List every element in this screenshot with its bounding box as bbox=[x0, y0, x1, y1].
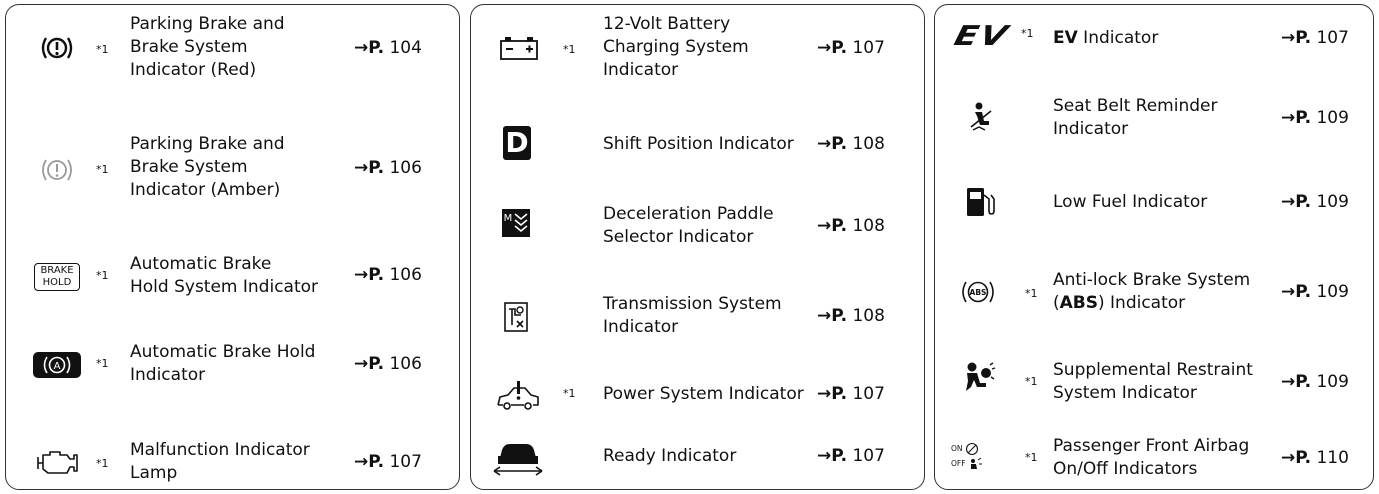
footnote-mark: *1 bbox=[96, 163, 109, 176]
deceleration-paddle-icon: M bbox=[499, 207, 533, 239]
indicator-row: *1 Malfunction Indicator Lamp →P. 107 bbox=[6, 409, 459, 491]
page-reference[interactable]: →P. 109 bbox=[1281, 191, 1349, 214]
indicator-row: ABS *1 Anti-lock Brake System (ABS) Indi… bbox=[935, 241, 1373, 341]
page-reference[interactable]: →P. 108 bbox=[817, 215, 885, 238]
page-reference[interactable]: →P. 107 bbox=[354, 451, 422, 474]
indicator-row: *1 12-Volt Battery Charging System Indic… bbox=[471, 5, 924, 105]
brake-hold-icon: BRAKE HOLD bbox=[30, 261, 84, 293]
parking-brake-red-icon bbox=[36, 31, 78, 65]
indicator-row: *1 Power System Indicator →P. 107 bbox=[471, 357, 924, 427]
indicator-label: Supplemental Restraint System Indicator bbox=[1053, 360, 1253, 403]
page-reference[interactable]: →P. 106 bbox=[354, 353, 422, 376]
indicator-label: Parking Brake and Brake System Indicator… bbox=[130, 14, 285, 80]
battery-icon bbox=[497, 33, 541, 63]
indicator-row: Ready Indicator →P. 107 bbox=[471, 427, 924, 491]
footnote-mark: *1 bbox=[96, 457, 109, 470]
indicator-row: M Deceleration Paddle Selector Indicator… bbox=[471, 181, 924, 271]
seat-belt-icon bbox=[965, 99, 997, 133]
ready-icon bbox=[491, 437, 545, 477]
indicator-label: Deceleration Paddle Selector Indicator bbox=[603, 204, 774, 247]
low-fuel-icon bbox=[961, 183, 999, 221]
indicator-row: Low Fuel Indicator →P. 109 bbox=[935, 161, 1373, 241]
auto-brake-hold-icon: A bbox=[30, 349, 84, 381]
footnote-mark: *1 bbox=[1025, 375, 1038, 388]
passenger-airbag-icon: ON OFF bbox=[951, 439, 1007, 473]
indicator-label: Passenger Front Airbag On/Off Indicators bbox=[1053, 436, 1250, 479]
abs-icon: ABS bbox=[957, 277, 999, 307]
indicator-row: EV *1 EV Indicator →P. 107 bbox=[935, 5, 1373, 69]
footnote-mark: *1 bbox=[96, 269, 109, 282]
footnote-mark: *1 bbox=[1021, 27, 1034, 40]
page-reference[interactable]: →P. 104 bbox=[354, 37, 422, 60]
footnote-mark: *1 bbox=[563, 387, 576, 400]
engine-malfunction-icon bbox=[32, 445, 82, 479]
indicator-row: *1 Parking Brake and Brake System Indica… bbox=[6, 105, 459, 233]
power-system-icon bbox=[493, 377, 543, 415]
indicator-label: Low Fuel Indicator bbox=[1053, 192, 1208, 212]
page-reference[interactable]: →P. 109 bbox=[1281, 371, 1349, 394]
footnote-mark: *1 bbox=[96, 357, 109, 370]
indicator-row: Seat Belt Reminder Indicator →P. 109 bbox=[935, 69, 1373, 161]
indicator-label: Shift Position Indicator bbox=[603, 134, 794, 154]
page-reference[interactable]: →P. 106 bbox=[354, 264, 422, 287]
ev-icon: EV bbox=[951, 20, 1013, 52]
footnote-mark: *1 bbox=[563, 43, 576, 56]
page-reference[interactable]: →P. 109 bbox=[1281, 107, 1349, 130]
indicator-row: ON OFF *1 Passenger Front Airbag On/Off … bbox=[935, 417, 1373, 491]
page-reference[interactable]: →P. 107 bbox=[1281, 27, 1349, 50]
indicator-row: *1 Parking Brake and Brake System Indica… bbox=[6, 5, 459, 105]
indicator-row: D Shift Position Indicator →P. 108 bbox=[471, 105, 924, 181]
page-reference[interactable]: →P. 108 bbox=[817, 305, 885, 328]
indicator-label: Power System Indicator bbox=[603, 384, 804, 404]
indicator-label: Automatic Brake Hold System Indicator bbox=[130, 254, 319, 297]
svg-text:A: A bbox=[54, 361, 61, 372]
parking-brake-amber-icon bbox=[36, 153, 78, 187]
indicator-row: Transmission System Indicator →P. 108 bbox=[471, 271, 924, 357]
indicator-label: Anti-lock Brake System (ABS) Indicator bbox=[1053, 270, 1251, 313]
shift-position-icon: D bbox=[501, 125, 533, 161]
footnote-mark: *1 bbox=[96, 43, 109, 56]
indicator-row: BRAKE HOLD *1 Automatic Brake Hold Syste… bbox=[6, 233, 459, 313]
indicator-row: *1 Supplemental Restraint System Indicat… bbox=[935, 341, 1373, 417]
indicator-row: A *1 Automatic Brake Hold Indicator →P. … bbox=[6, 313, 459, 409]
indicator-panel-3: EV *1 EV Indicator →P. 107 Seat Belt Rem… bbox=[934, 4, 1374, 490]
indicator-panel-2: *1 12-Volt Battery Charging System Indic… bbox=[470, 4, 925, 490]
srs-airbag-icon bbox=[959, 359, 999, 395]
indicator-label: Malfunction Indicator Lamp bbox=[130, 440, 310, 483]
indicator-label: EV Indicator bbox=[1053, 28, 1159, 48]
footnote-mark: *1 bbox=[1025, 287, 1038, 300]
indicator-label: Automatic Brake Hold Indicator bbox=[130, 342, 316, 385]
page-reference[interactable]: →P. 107 bbox=[817, 383, 885, 406]
page-reference[interactable]: →P. 108 bbox=[817, 133, 885, 156]
indicator-label: Transmission System Indicator bbox=[603, 294, 782, 337]
page-reference[interactable]: →P. 106 bbox=[354, 157, 422, 180]
indicator-panel-1: *1 Parking Brake and Brake System Indica… bbox=[5, 4, 460, 490]
page-reference[interactable]: →P. 110 bbox=[1281, 447, 1349, 470]
page-reference[interactable]: →P. 107 bbox=[817, 37, 885, 60]
indicator-label: Parking Brake and Brake System Indicator… bbox=[130, 134, 285, 200]
indicator-label: Seat Belt Reminder Indicator bbox=[1053, 96, 1218, 139]
page-reference[interactable]: →P. 109 bbox=[1281, 281, 1349, 304]
indicator-label: 12-Volt Battery Charging System Indicato… bbox=[603, 14, 749, 80]
indicator-label: Ready Indicator bbox=[603, 446, 737, 466]
footnote-mark: *1 bbox=[1025, 451, 1038, 464]
svg-text:ABS: ABS bbox=[970, 288, 987, 297]
svg-text:M: M bbox=[504, 213, 513, 224]
transmission-system-icon bbox=[499, 299, 533, 335]
page-reference[interactable]: →P. 107 bbox=[817, 445, 885, 468]
